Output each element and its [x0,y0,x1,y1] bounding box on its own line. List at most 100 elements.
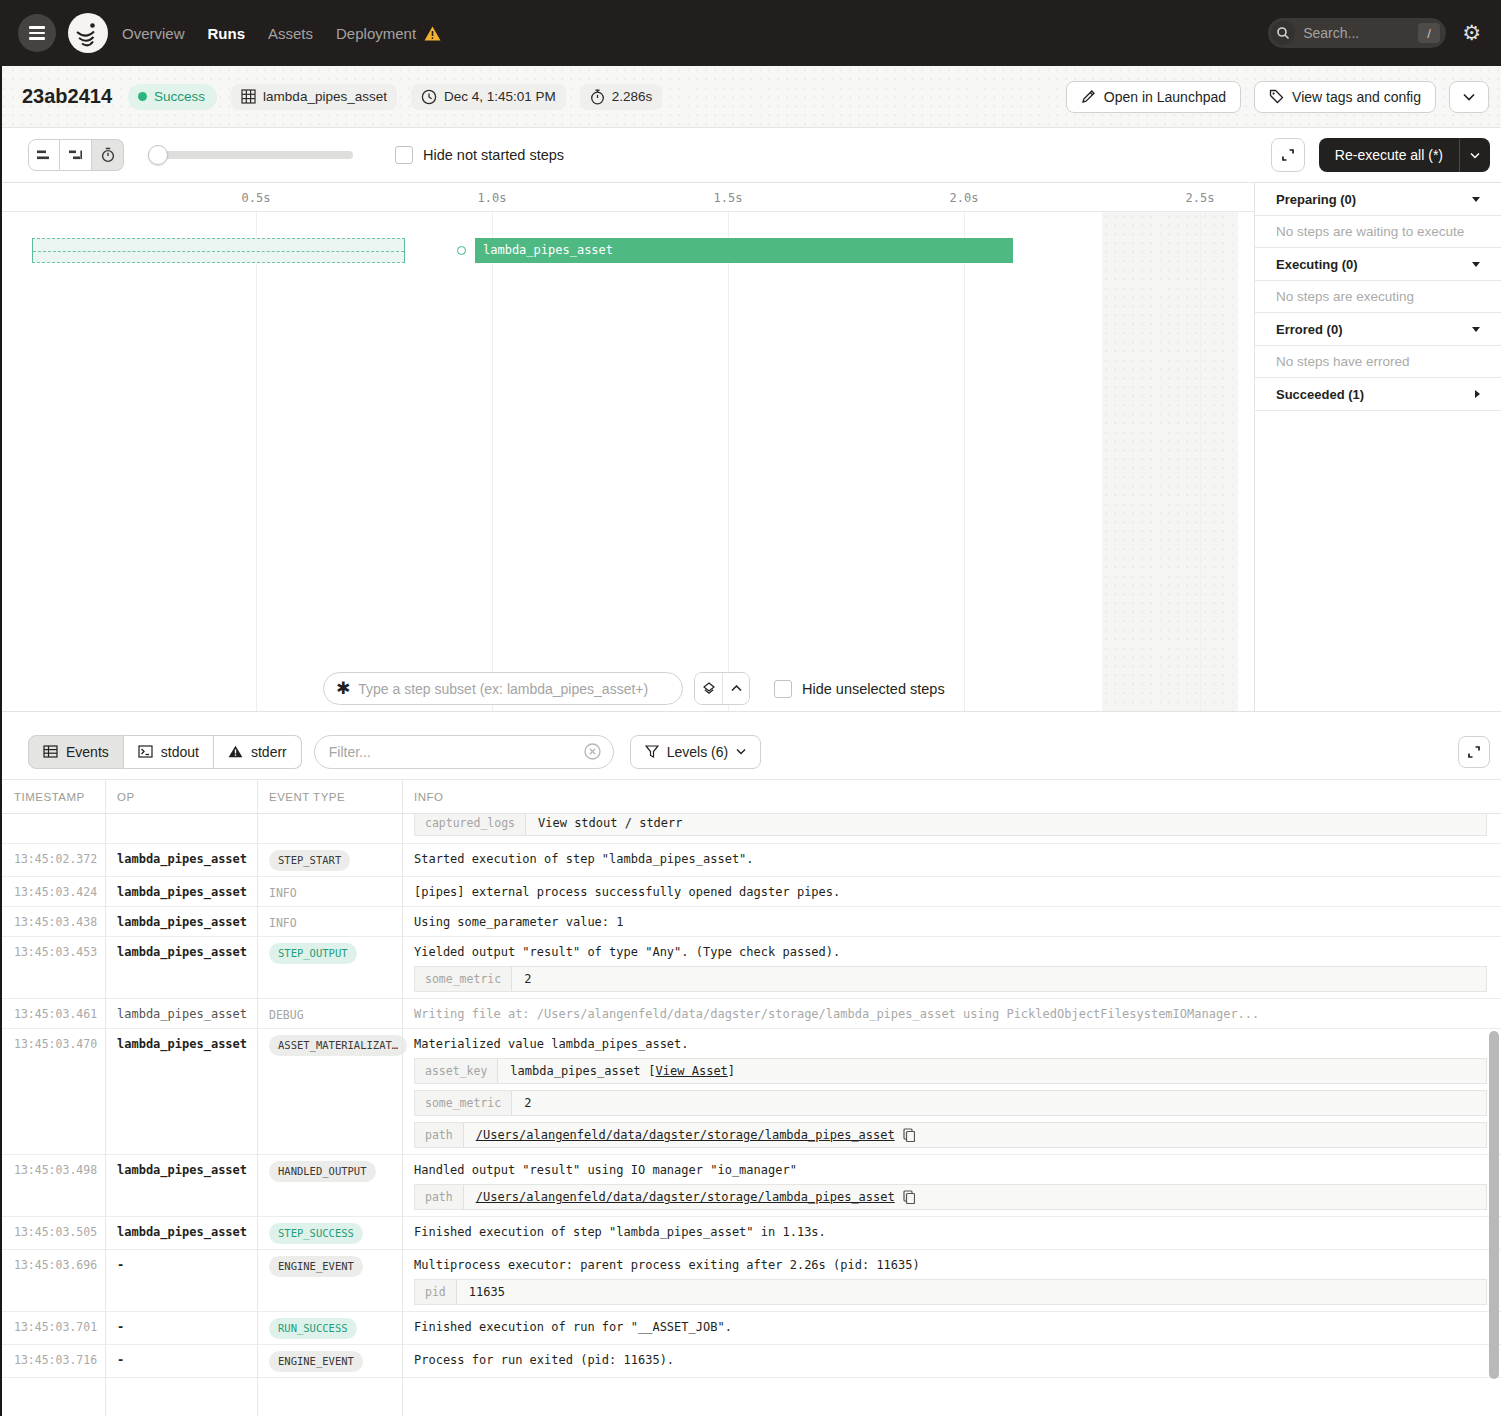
event-log-row[interactable]: 13:45:03.470lambda_pipes_assetASSET_MATE… [0,1029,1501,1155]
event-message: [pipes] external process successfully op… [414,884,1487,900]
tab-events[interactable]: Events [28,735,124,769]
event-timestamp: 13:45:03.498 [0,1155,105,1216]
event-log-row[interactable]: 13:45:03.453lambda_pipes_assetSTEP_OUTPU… [0,937,1501,999]
event-timestamp: 13:45:03.701 [0,1312,105,1344]
event-op: lambda_pipes_asset [105,937,257,998]
metadata-value: /Users/alangenfeld/data/dagster/storage/… [464,1185,1486,1209]
section-executing-message: No steps are executing [1255,281,1501,313]
section-succeeded[interactable]: Succeeded (1) [1255,378,1501,411]
event-log-row[interactable]: 13:45:03.461lambda_pipes_assetDEBUGWriti… [0,999,1501,1029]
gantt-view-mode-group [28,139,124,171]
levels-dropdown-button[interactable]: Levels (6) [630,735,761,769]
gantt-axis-tick: 1.5s [714,183,743,211]
event-type-cell [257,1378,402,1416]
event-log-row[interactable]: 13:45:03.424lambda_pipes_assetINFO[pipes… [0,877,1501,907]
gantt-zoom-slider[interactable] [148,145,353,165]
col-info: INFO [402,780,1501,813]
metadata-entry: some_metric2 [414,1090,1487,1116]
view-tags-config-label: View tags and config [1292,89,1421,105]
section-title: Errored (0) [1276,322,1342,337]
hide-not-started-checkbox-row[interactable]: Hide not started steps [385,146,564,164]
event-message: Writing file at: /Users/alangenfeld/data… [414,1006,1487,1022]
hide-unselected-checkbox[interactable] [774,680,792,698]
gantt-chart: 0.5s1.0s1.5s2.0s2.5s lambda_pipes_asset … [0,183,1255,711]
copy-icon[interactable] [903,1190,915,1204]
event-log-row[interactable]: captured_logsView stdout / stderr [0,814,1501,844]
path-link[interactable]: /Users/alangenfeld/data/dagster/storage/… [476,1189,895,1205]
nav-item-assets[interactable]: Assets [268,25,313,42]
event-info: Finished execution of run for "__ASSET_J… [402,1312,1501,1344]
step-subset-input-wrap: ✱ [323,672,683,705]
event-log-row[interactable]: 13:45:03.716-ENGINE_EVENTProcess for run… [0,1345,1501,1378]
event-log-row[interactable]: 13:45:03.505lambda_pipes_assetSTEP_SUCCE… [0,1217,1501,1250]
event-log-row[interactable]: 13:45:02.372lambda_pipes_assetSTEP_START… [0,844,1501,877]
tab-stderr[interactable]: stderr [214,735,302,769]
slider-knob[interactable] [148,145,168,165]
gantt-step-bar[interactable]: lambda_pipes_asset [475,238,1013,263]
run-header-more-button[interactable] [1449,81,1489,113]
collapse-panel-button[interactable] [722,673,749,704]
event-type-cell: ENGINE_EVENT [257,1345,402,1377]
event-message: Finished execution of run for "__ASSET_J… [414,1319,1487,1335]
search-icon [1271,21,1295,45]
search-bar[interactable]: / [1268,18,1446,48]
job-tag[interactable]: lambda_pipes_asset [231,84,397,110]
nav-item-runs[interactable]: Runs [208,25,246,42]
step-subset-input[interactable] [358,681,670,697]
view-asset-link[interactable]: View Asset [656,1064,728,1078]
metadata-entry: captured_logsView stdout / stderr [414,814,1487,836]
filter-input[interactable] [329,744,584,760]
dagster-logo-icon[interactable] [68,13,108,53]
events-scrollbar[interactable] [1489,1031,1499,1379]
event-log-row[interactable]: 13:45:03.701-RUN_SUCCESSFinished executi… [0,1312,1501,1345]
hamburger-menu-button[interactable] [18,14,56,52]
event-log-row[interactable] [0,1378,1501,1416]
open-in-launchpad-button[interactable]: Open in Launchpad [1066,81,1241,113]
section-preparing[interactable]: Preparing (0) [1255,183,1501,216]
gantt-fullscreen-button[interactable] [1271,138,1305,172]
gantt-axis-tick: 2.5s [1186,183,1215,211]
metadata-entry: path/Users/alangenfeld/data/dagster/stor… [414,1122,1487,1148]
tab-stdout[interactable]: stdout [124,735,214,769]
event-op: lambda_pipes_asset [105,1029,257,1154]
copy-icon[interactable] [903,1128,915,1142]
event-info: Handled output "result" using IO manager… [402,1155,1501,1216]
search-input[interactable] [1303,25,1403,41]
step-subset-row: ✱ Hide unselected steps [0,672,1254,705]
view-tags-config-button[interactable]: View tags and config [1254,81,1436,113]
filter-input-wrap [314,735,614,769]
view-mode-waterfall-button[interactable] [60,139,92,171]
graph-query-buttons [694,672,750,705]
caret-down-icon [1472,197,1480,202]
graph-layers-button[interactable] [695,673,722,704]
metadata-text: 11635 [469,1284,505,1300]
nav-item-overview[interactable]: Overview [122,25,185,42]
metadata-key: asset_key [415,1059,498,1083]
events-table-body: captured_logsView stdout / stderr 13:45:0… [0,814,1501,1416]
section-errored[interactable]: Errored (0) [1255,313,1501,346]
hide-not-started-checkbox[interactable] [395,146,413,164]
hide-unselected-checkbox-row[interactable]: Hide unselected steps [764,680,945,698]
view-mode-duration-button[interactable] [92,139,124,171]
status-label: Success [154,89,205,104]
metadata-text: View stdout / stderr [538,815,683,831]
reexecute-all-button[interactable]: Re-execute all (*) [1319,138,1459,172]
reexecute-dropdown-button[interactable] [1460,138,1490,172]
clear-filter-icon[interactable] [584,743,601,760]
event-type-cell: STEP_START [257,844,402,876]
nav-item-deployment[interactable]: Deployment [336,25,441,42]
view-mode-flat-button[interactable] [28,139,60,171]
event-log-row[interactable]: 13:45:03.498lambda_pipes_assetHANDLED_OU… [0,1155,1501,1217]
gantt-waiting-box [32,238,405,263]
event-op: lambda_pipes_asset [105,877,257,906]
section-executing[interactable]: Executing (0) [1255,248,1501,281]
tag-icon [1269,89,1284,104]
path-link[interactable]: /Users/alangenfeld/data/dagster/storage/… [476,1127,895,1143]
caret-right-icon [1475,390,1480,398]
event-type-badge: DEBUG [269,1005,304,1022]
event-type-badge: ENGINE_EVENT [269,1351,363,1372]
event-log-row[interactable]: 13:45:03.438lambda_pipes_assetINFOUsing … [0,907,1501,937]
event-log-row[interactable]: 13:45:03.696-ENGINE_EVENTMultiprocess ex… [0,1250,1501,1312]
events-fullscreen-button[interactable] [1458,736,1490,768]
settings-gear-icon[interactable]: ⚙ [1462,23,1481,44]
